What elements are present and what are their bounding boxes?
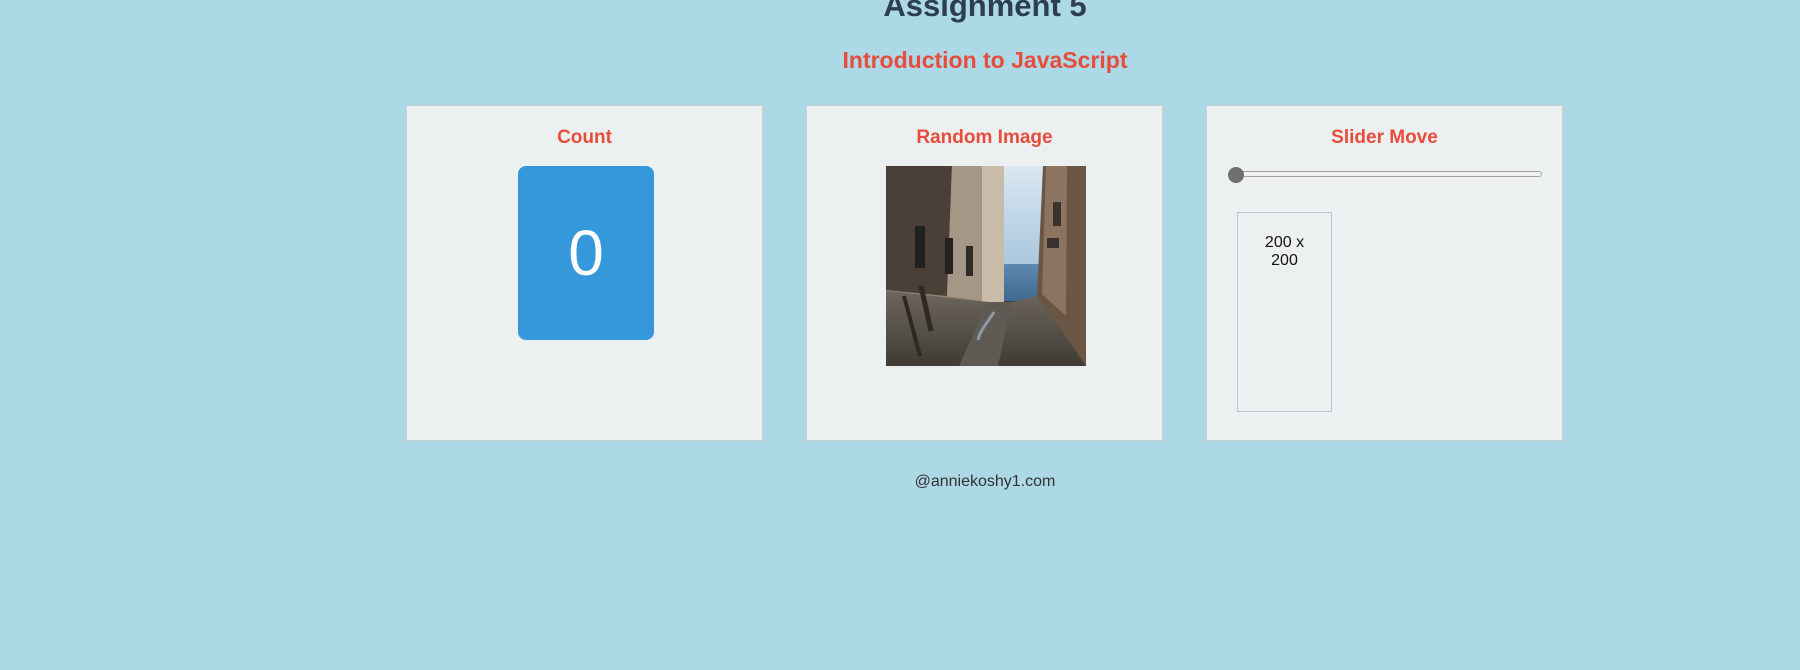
random-image-card-title: Random Image bbox=[916, 127, 1053, 148]
slider-card-title: Slider Move bbox=[1331, 127, 1438, 148]
page-title: Assignment 5 bbox=[883, 0, 1087, 23]
count-card: Count 0 bbox=[406, 105, 763, 441]
slider-move-input[interactable] bbox=[1228, 167, 1542, 183]
slider-thumb[interactable] bbox=[1228, 167, 1244, 183]
footer-text: @anniekoshy1.com bbox=[914, 473, 1056, 490]
page: Assignment 5 Introduction to JavaScript … bbox=[0, 0, 1800, 670]
street-photo-image bbox=[886, 166, 1086, 366]
random-image-card: Random Image bbox=[806, 105, 1163, 441]
page-subtitle: Introduction to JavaScript bbox=[842, 47, 1128, 73]
count-button[interactable]: 0 bbox=[518, 166, 654, 340]
slider-card: Slider Move 200 x 200 bbox=[1206, 105, 1563, 441]
slider-image-placeholder: 200 x 200 bbox=[1237, 212, 1332, 412]
random-image[interactable] bbox=[886, 166, 1086, 366]
placeholder-size-text: 200 x 200 bbox=[1264, 234, 1305, 269]
count-card-title: Count bbox=[557, 127, 612, 148]
slider-track[interactable] bbox=[1228, 171, 1542, 177]
